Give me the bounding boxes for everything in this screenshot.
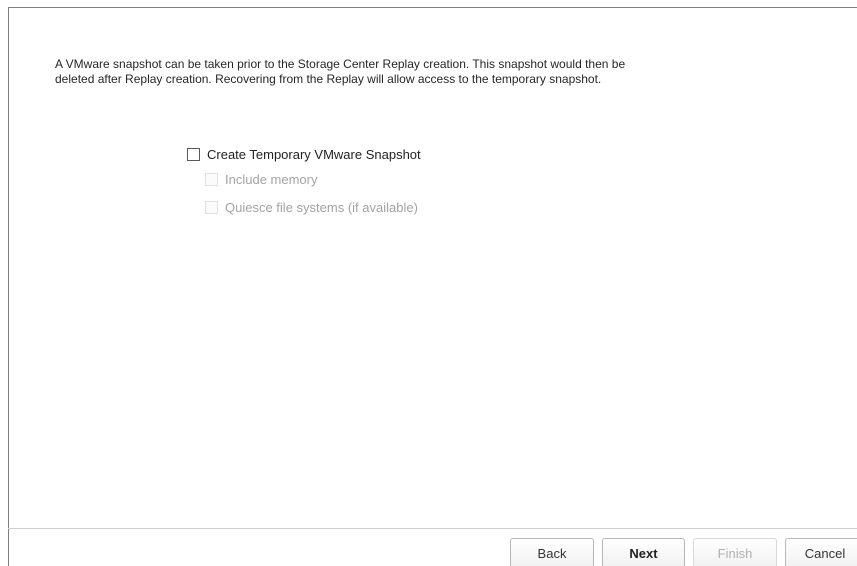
wizard-panel <box>8 7 857 566</box>
include-memory-checkbox <box>205 173 218 186</box>
create-snapshot-label[interactable]: Create Temporary VMware Snapshot <box>207 147 421 162</box>
snapshot-description: A VMware snapshot can be taken prior to … <box>55 57 626 86</box>
quiesce-checkbox <box>205 201 218 214</box>
back-button[interactable]: Back <box>510 538 594 566</box>
cancel-button[interactable]: Cancel <box>785 538 857 566</box>
quiesce-option: Quiesce file systems (if available) <box>205 200 418 215</box>
next-button[interactable]: Next <box>602 538 685 566</box>
button-bar-divider <box>8 528 857 529</box>
finish-button: Finish <box>693 538 777 566</box>
include-memory-label: Include memory <box>225 172 318 187</box>
quiesce-label: Quiesce file systems (if available) <box>225 200 418 215</box>
include-memory-option: Include memory <box>205 172 317 187</box>
create-snapshot-option[interactable]: Create Temporary VMware Snapshot <box>187 147 421 162</box>
create-snapshot-checkbox[interactable] <box>187 148 200 161</box>
